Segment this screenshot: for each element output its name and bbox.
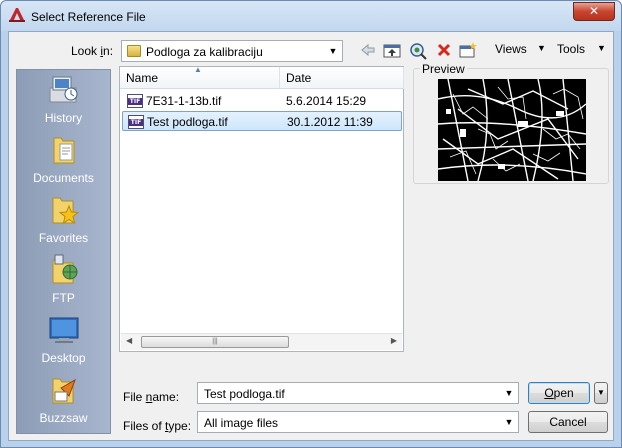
file-row-selected[interactable]: TIF Test podloga.tif 30.1.2012 11:39 bbox=[122, 111, 402, 131]
column-header-label: Name bbox=[126, 71, 159, 85]
tools-dropdown-icon[interactable]: ▼ bbox=[597, 43, 606, 53]
new-folder-icon[interactable] bbox=[459, 42, 477, 60]
cancel-button[interactable]: Cancel bbox=[528, 411, 608, 433]
chevron-down-icon[interactable]: ▼ bbox=[500, 412, 518, 432]
tif-file-icon: TIF bbox=[127, 94, 143, 108]
history-icon bbox=[49, 76, 78, 103]
look-in-value: Podloga za kalibraciju bbox=[146, 45, 263, 59]
favorites-icon bbox=[52, 197, 80, 225]
search-web-icon[interactable] bbox=[409, 42, 427, 60]
files-of-type-value: All image files bbox=[204, 416, 279, 430]
sort-ascending-icon: ▲ bbox=[194, 65, 202, 74]
scroll-right-icon[interactable]: ▶ bbox=[391, 336, 397, 345]
up-folder-icon[interactable] bbox=[383, 42, 401, 60]
look-in-combo[interactable]: Podloga za kalibraciju ▼ bbox=[121, 40, 343, 62]
file-name: 7E31-1-13b.tif bbox=[146, 94, 222, 108]
desktop-icon bbox=[49, 317, 79, 343]
chevron-down-icon: ▼ bbox=[597, 388, 605, 397]
preview-image bbox=[438, 79, 586, 181]
place-buzzsaw[interactable]: Buzzsaw bbox=[17, 370, 110, 430]
file-date: 5.6.2014 15:29 bbox=[286, 94, 367, 108]
column-header-name[interactable]: ▲ Name bbox=[120, 65, 280, 89]
files-of-type-label: Files of type: bbox=[123, 419, 192, 433]
files-of-type-select[interactable]: All image files ▼ bbox=[197, 411, 519, 433]
chevron-down-icon[interactable]: ▼ bbox=[324, 41, 342, 61]
column-header-date[interactable]: Date bbox=[280, 67, 404, 89]
column-header-label: Date bbox=[286, 71, 312, 85]
map-preview-icon bbox=[438, 79, 586, 181]
file-date: 30.1.2012 11:39 bbox=[287, 115, 373, 129]
views-button[interactable]: Views bbox=[495, 42, 527, 56]
views-dropdown-icon[interactable]: ▼ bbox=[537, 43, 546, 53]
file-row[interactable]: TIF 7E31-1-13b.tif 5.6.2014 15:29 bbox=[122, 91, 402, 111]
tif-file-icon: TIF bbox=[128, 115, 144, 129]
close-icon: ✕ bbox=[588, 4, 600, 18]
place-label: History bbox=[44, 111, 83, 125]
dialog-client: Look in: Podloga za kalibraciju ▼ Views … bbox=[8, 31, 614, 441]
scroll-thumb[interactable]: ||| bbox=[141, 336, 289, 348]
buzzsaw-icon bbox=[52, 378, 76, 404]
place-history[interactable]: History bbox=[17, 70, 110, 130]
place-ftp[interactable]: FTP bbox=[17, 250, 110, 310]
open-options-dropdown[interactable]: ▼ bbox=[594, 382, 608, 404]
file-name-input[interactable]: Test podloga.tif bbox=[204, 387, 285, 401]
open-button[interactable]: Open bbox=[528, 382, 590, 404]
folder-icon bbox=[127, 45, 141, 57]
ftp-icon bbox=[52, 254, 78, 284]
place-label: Desktop bbox=[41, 351, 86, 365]
window-title: Select Reference File bbox=[31, 10, 146, 24]
place-label: Buzzsaw bbox=[39, 411, 88, 425]
tools-label: Tools bbox=[557, 42, 586, 56]
delete-icon[interactable] bbox=[435, 42, 453, 60]
place-label: Favorites bbox=[38, 231, 89, 245]
places-bar: History Documents Favorites FTP Desktop … bbox=[16, 69, 111, 434]
preview-group: Preview bbox=[413, 62, 609, 184]
file-name-combo[interactable]: Test podloga.tif ▼ bbox=[197, 382, 519, 404]
place-documents[interactable]: Documents bbox=[17, 130, 110, 190]
chevron-down-icon[interactable]: ▼ bbox=[500, 383, 518, 403]
place-desktop[interactable]: Desktop bbox=[17, 310, 110, 370]
place-label: FTP bbox=[52, 291, 75, 305]
file-name: Test podloga.tif bbox=[147, 115, 228, 129]
views-label: Views bbox=[495, 42, 527, 56]
horizontal-scrollbar[interactable]: ◀ ||| ▶ bbox=[121, 333, 402, 350]
preview-label: Preview bbox=[420, 62, 467, 76]
title-bar[interactable]: Select Reference File ✕ bbox=[1, 1, 621, 31]
place-favorites[interactable]: Favorites bbox=[17, 190, 110, 250]
close-button[interactable]: ✕ bbox=[573, 2, 615, 21]
place-label: Documents bbox=[33, 171, 94, 185]
documents-icon bbox=[53, 137, 75, 164]
file-name-label: File name: bbox=[123, 390, 180, 404]
dialog-window: Select Reference File ✕ Look in: Podloga… bbox=[0, 0, 622, 448]
autocad-app-icon[interactable] bbox=[8, 7, 26, 23]
look-in-label: Look in: bbox=[71, 44, 114, 58]
back-icon[interactable] bbox=[359, 42, 377, 60]
scroll-left-icon[interactable]: ◀ bbox=[126, 336, 132, 345]
file-list[interactable]: ▲ Name Date TIF 7E31-1-13b.tif 5.6.2014 … bbox=[119, 65, 404, 352]
tools-button[interactable]: Tools bbox=[557, 42, 585, 56]
